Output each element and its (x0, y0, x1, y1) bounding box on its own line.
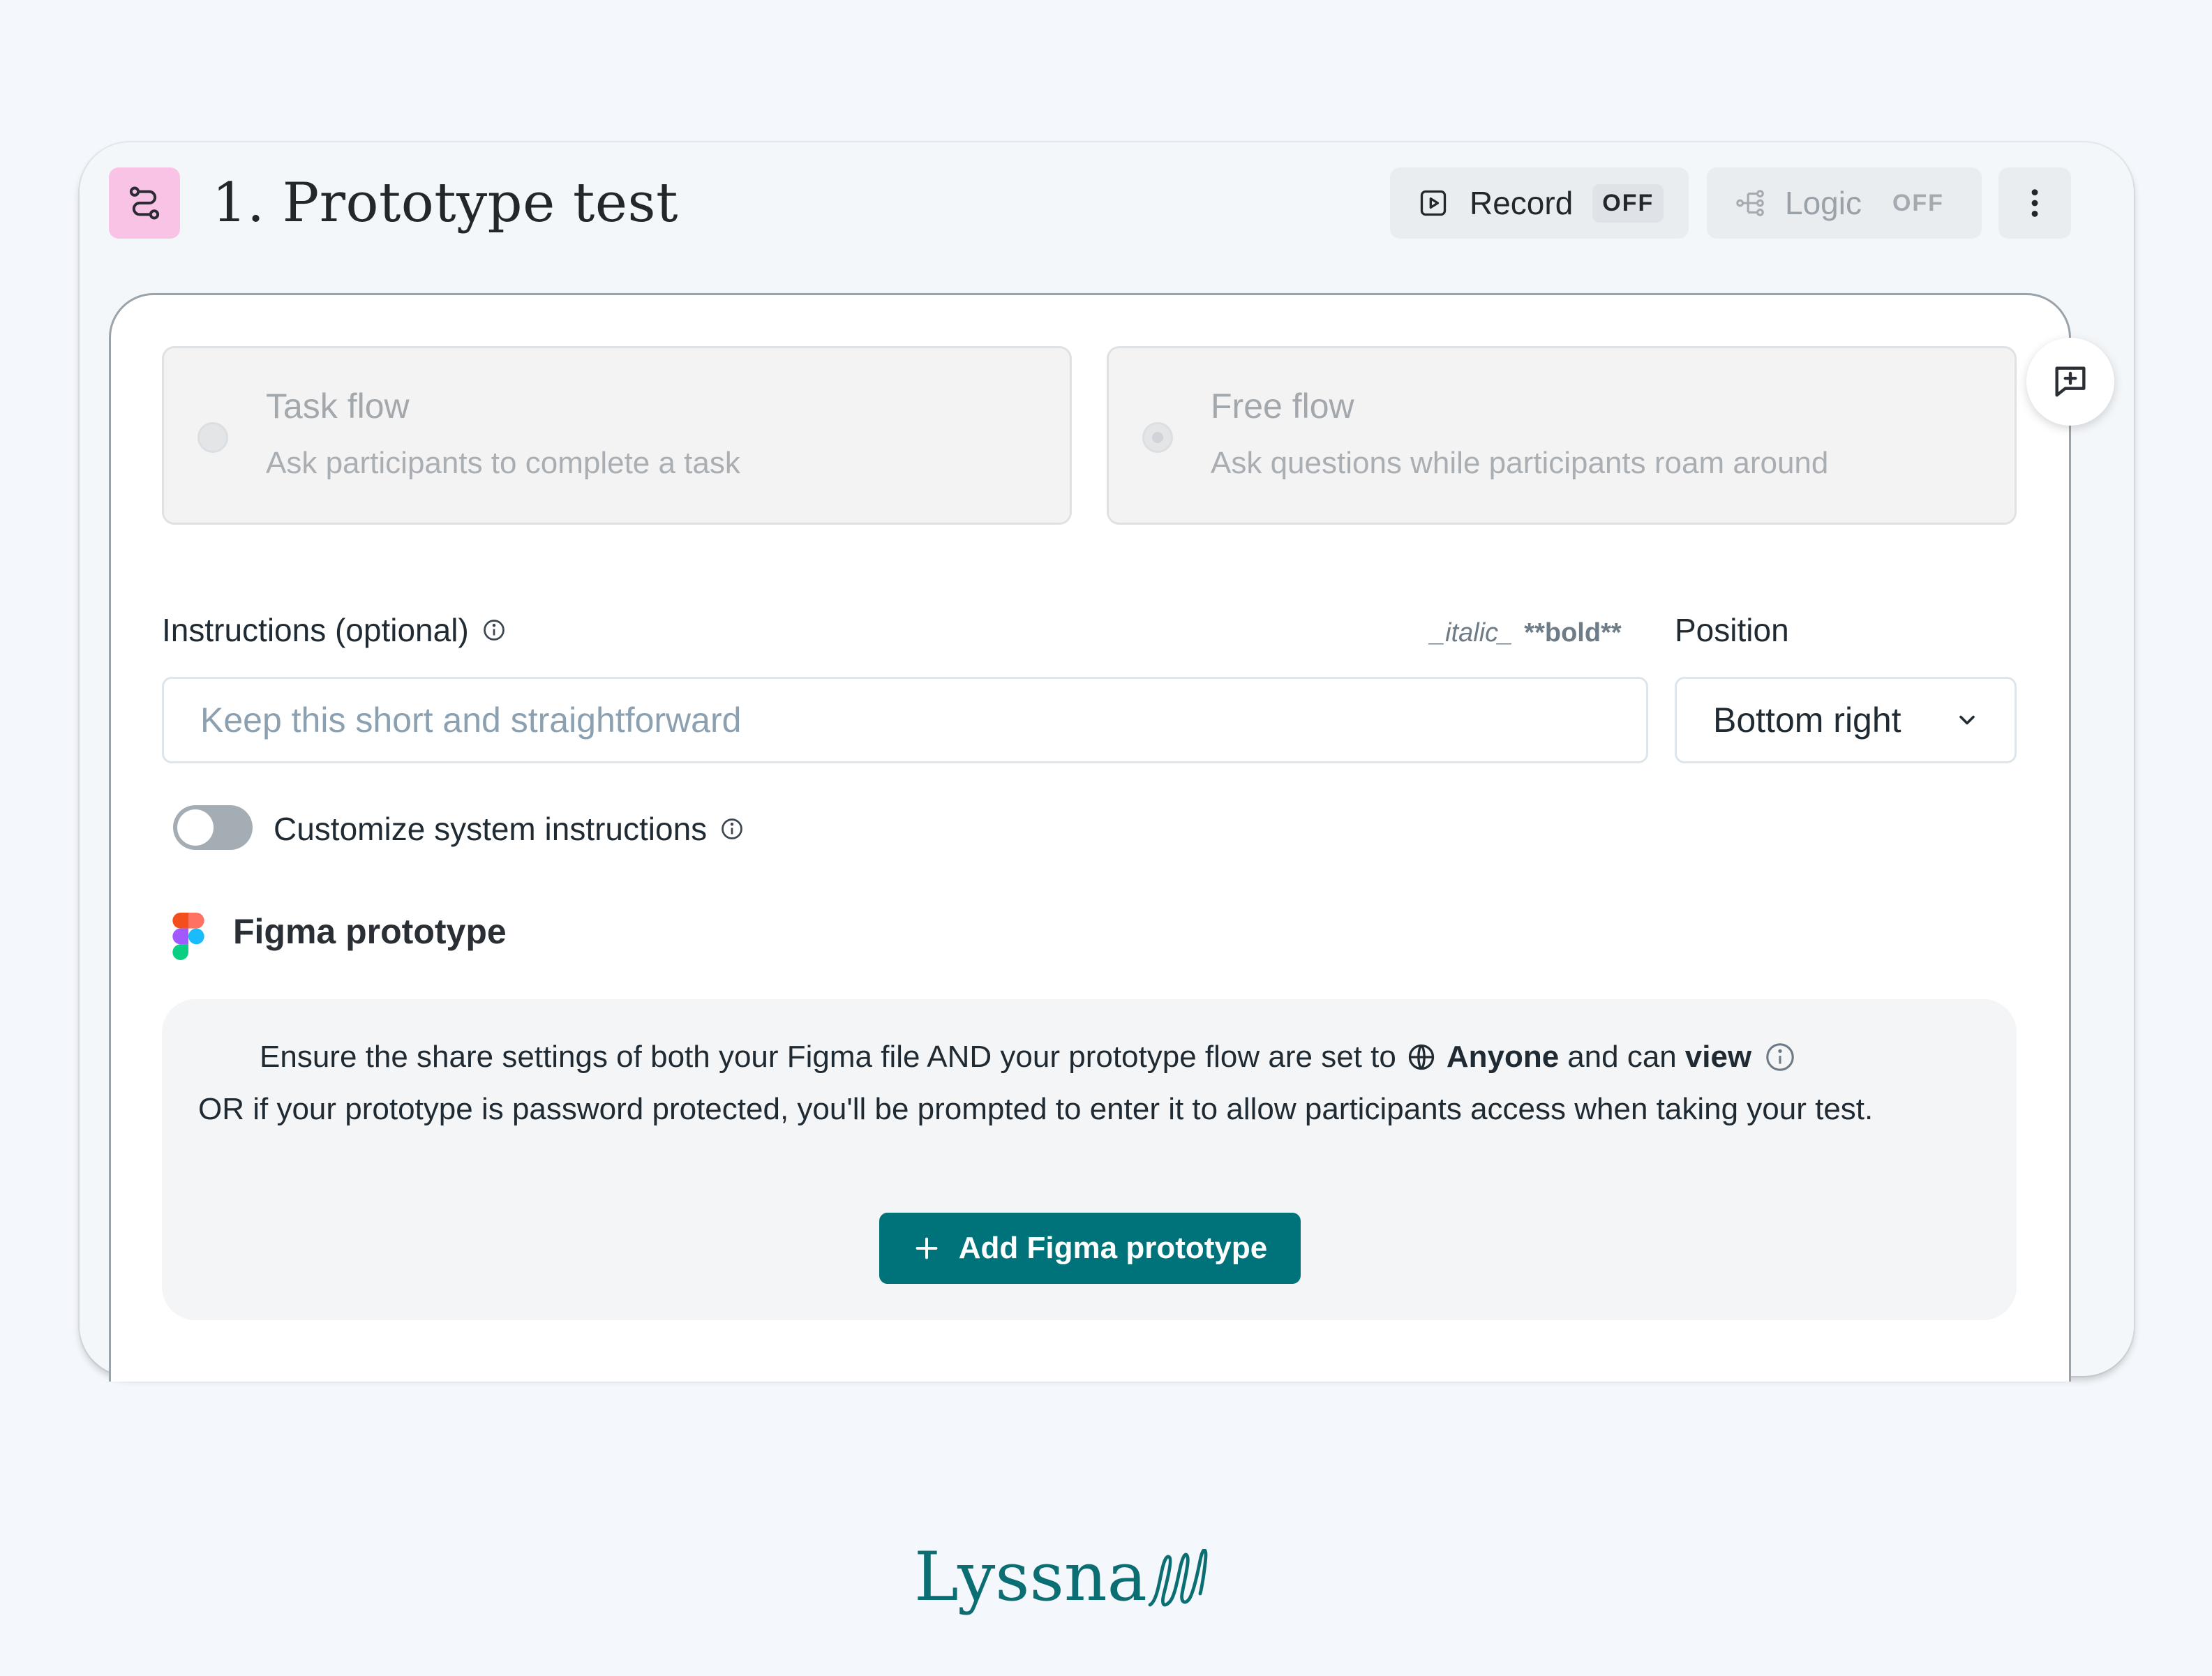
logic-branch-icon (1736, 190, 1764, 216)
position-label: Position (1675, 612, 1789, 648)
record-button[interactable]: Record OFF (1390, 167, 1689, 239)
system-instructions-toggle[interactable] (173, 805, 253, 850)
notice-pre-text: Ensure the share settings of both your F… (260, 1040, 1396, 1074)
task-flow-description: Ask participants to complete a task (266, 446, 740, 480)
instructions-label-row: Instructions (optional) (162, 611, 507, 649)
record-label: Record (1470, 185, 1574, 221)
position-value: Bottom right (1713, 701, 1901, 740)
figma-share-notice: Ensure the share settings of both your F… (162, 999, 2017, 1320)
notice-mid-text: and can (1567, 1040, 1677, 1074)
notice-line-2: OR if your prototype is password protect… (198, 1092, 1874, 1126)
info-icon[interactable] (1764, 1041, 1796, 1073)
chevron-down-icon (1959, 715, 1975, 725)
more-options-button[interactable] (1998, 167, 2071, 239)
brand-squiggle-icon (1148, 1549, 1208, 1607)
add-comment-icon (2055, 366, 2086, 397)
vertical-dots-icon (2031, 189, 2038, 217)
instructions-input[interactable]: Keep this short and straightforward (162, 677, 1648, 763)
play-square-icon (1420, 190, 1447, 216)
record-status-badge: OFF (1592, 184, 1664, 223)
notice-view: view (1684, 1040, 1752, 1074)
logic-button[interactable]: Logic OFF (1707, 167, 1982, 239)
instructions-placeholder: Keep this short and straightforward (200, 701, 742, 740)
prototype-route-icon (109, 167, 180, 239)
info-icon[interactable] (719, 816, 745, 841)
free-flow-option[interactable]: Free flow Ask questions while participan… (1107, 346, 2017, 525)
free-flow-radio[interactable] (1142, 422, 1173, 453)
figma-section-title: Figma prototype (233, 912, 507, 951)
task-flow-option[interactable]: Task flow Ask participants to complete a… (162, 346, 1072, 525)
add-comment-button[interactable] (2026, 338, 2114, 426)
globe-icon (1406, 1042, 1437, 1072)
system-instructions-label: Customize system instructions (274, 811, 708, 847)
add-figma-prototype-button[interactable]: Add Figma prototype (879, 1213, 1301, 1284)
add-figma-prototype-label: Add Figma prototype (958, 1231, 1268, 1265)
notice-line-1: Ensure the share settings of both your F… (260, 1040, 1796, 1075)
page-title: 1. Prototype test (212, 172, 678, 234)
info-icon[interactable] (481, 618, 507, 643)
markdown-italic-hint: _italic_ (1430, 618, 1514, 648)
logic-status-badge: OFF (1892, 189, 1944, 216)
task-flow-title: Task flow (266, 387, 410, 426)
figma-logo-icon (172, 913, 205, 964)
lyssna-logo: Lyssna (914, 1532, 1210, 1616)
task-flow-radio[interactable] (197, 422, 228, 453)
free-flow-description: Ask questions while participants roam ar… (1211, 446, 1829, 480)
free-flow-title: Free flow (1211, 387, 1354, 426)
instructions-label: Instructions (optional) (162, 612, 469, 648)
markdown-hint: _italic_ **bold** (1430, 618, 1622, 648)
plus-icon (913, 1234, 941, 1262)
notice-anyone: Anyone (1446, 1040, 1560, 1074)
markdown-bold-hint: **bold** (1524, 618, 1622, 648)
position-select[interactable]: Bottom right (1675, 677, 2017, 763)
brand-name: Lyssna (914, 1538, 1147, 1616)
system-instructions-row: Customize system instructions (274, 807, 745, 851)
logic-label: Logic (1785, 185, 1862, 221)
